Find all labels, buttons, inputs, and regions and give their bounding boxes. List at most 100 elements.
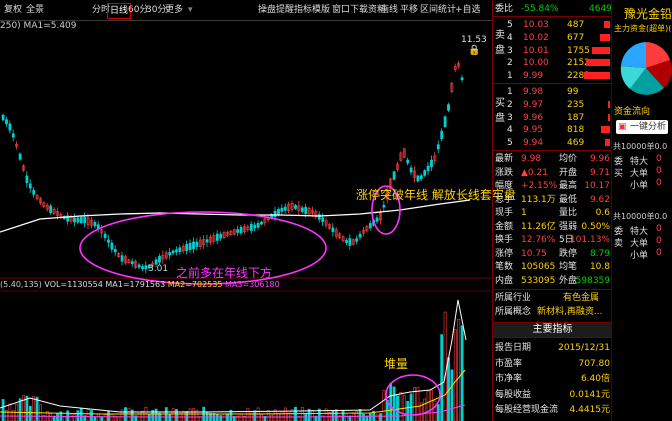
candle-body xyxy=(253,224,257,229)
chart-toolbar: 复权 全景 分时 日线 60分 30分 更多 ▾ 操盘提醒 指标模版 窗口 下载… xyxy=(0,0,492,21)
volume-bar xyxy=(280,410,284,421)
candle-body xyxy=(256,223,260,228)
quote-label: 换手 xyxy=(495,235,514,245)
order-level: 1 xyxy=(507,71,513,82)
order-volume: 99 xyxy=(567,87,579,97)
volume-bar xyxy=(406,401,410,421)
block-value: 0 xyxy=(656,224,662,234)
candle-body xyxy=(8,123,12,131)
bid-ratio-value: -55.84% xyxy=(521,4,559,14)
volume-bar xyxy=(188,408,192,421)
volume-bar xyxy=(283,407,287,421)
volume-bar xyxy=(86,409,90,421)
metric-row: 市净率 6.40倍 xyxy=(493,373,612,385)
app-icon: ▣ xyxy=(618,122,627,132)
quote-label: 内盘 xyxy=(495,275,514,286)
depth-bar xyxy=(608,113,610,121)
quote-label: 最低 xyxy=(559,194,578,205)
sell-order-row[interactable]: 5 10.03 487 xyxy=(493,19,612,31)
quote-label: 最高 xyxy=(559,181,578,191)
buy-order-row[interactable]: 2 9.97 235 xyxy=(493,99,612,111)
depth-bar xyxy=(608,100,610,108)
candle-body xyxy=(11,133,15,138)
quote-label: 开盘 xyxy=(559,167,578,178)
panorama-button[interactable]: 全景 xyxy=(24,3,46,17)
order-level: 4 xyxy=(507,125,513,136)
pan-button[interactable]: 平移 xyxy=(398,3,420,17)
kline-chart[interactable] xyxy=(0,20,492,421)
candle-body xyxy=(195,241,199,247)
candle-body xyxy=(32,190,36,195)
order-price: 10.00 xyxy=(523,58,549,69)
volume-bar xyxy=(69,414,73,421)
metric-value: 707.80 xyxy=(578,358,611,369)
order-volume: 1755 xyxy=(567,45,590,56)
volume-bar xyxy=(79,408,83,421)
vol-ma1-value: MA1=1791563 xyxy=(105,280,166,289)
block-size-label: 小单 xyxy=(630,251,649,261)
concept-row[interactable]: 所属概念 新材料,再融资... xyxy=(493,306,612,318)
trade-reminder-button[interactable]: 操盘提醒 xyxy=(256,3,296,17)
metric-label: 报告日期 xyxy=(495,343,532,353)
volume-bar xyxy=(416,387,420,421)
quote-label: 幅度 xyxy=(495,181,514,191)
sell-order-row[interactable]: 4 10.02 677 xyxy=(493,32,612,44)
candle-body xyxy=(447,104,450,111)
order-price: 10.03 xyxy=(523,20,549,30)
quote-label: 总手 xyxy=(495,194,514,205)
quote-value: 9.96 xyxy=(589,154,610,164)
order-level: 5 xyxy=(507,138,513,149)
chevron-down-icon[interactable]: ▾ xyxy=(186,3,195,17)
add-watchlist-button[interactable]: +自选 xyxy=(453,3,483,17)
concept-label: 所属概念 xyxy=(495,307,532,317)
candlestick-series xyxy=(1,60,464,274)
volume-bar xyxy=(35,396,39,421)
range-stats-button[interactable]: 区间统计 xyxy=(418,3,458,17)
block-header: 共10000单0.0 xyxy=(613,142,668,151)
volume-bar xyxy=(399,391,403,421)
depth-bar xyxy=(600,33,610,41)
volume-bar xyxy=(215,414,219,421)
quote-value: 0.50% xyxy=(581,221,610,232)
quote-value: 0.6 xyxy=(595,208,610,218)
industry-row[interactable]: 所属行业 有色金属 xyxy=(493,292,612,304)
metric-row: 每股经营现金流 4.4415元 xyxy=(493,404,612,416)
candle-body xyxy=(382,204,386,208)
quote-value: 533095 xyxy=(521,275,556,286)
volume-bar xyxy=(341,410,345,421)
quote-row: 幅度 +2.15% 最高 10.17 xyxy=(493,180,612,192)
buy-order-row[interactable]: 1 9.98 99 xyxy=(493,86,612,98)
buy-order-row[interactable]: 4 9.95 818 xyxy=(493,124,612,136)
indicator-template-button[interactable]: 指标模版 xyxy=(292,3,332,17)
fund-subtitle: 主力资金(超单)(手) xyxy=(614,24,672,33)
candle-body xyxy=(419,175,423,180)
quote-label: 涨跌 xyxy=(495,167,514,178)
lock-icon[interactable]: 🔒 xyxy=(468,45,480,56)
block-value: 0 xyxy=(656,178,662,188)
buy-order-row[interactable]: 5 9.94 469 xyxy=(493,137,612,149)
candle-body xyxy=(28,183,32,189)
stock-name: 豫光金铅 xyxy=(624,7,672,21)
candle-body xyxy=(345,240,348,243)
vol-ma2-value: MA2=702535 xyxy=(167,280,223,289)
volume-bar xyxy=(389,383,393,421)
restore-rights-button[interactable]: 复权 xyxy=(2,3,24,17)
volume-bar xyxy=(256,407,260,421)
buy-order-row[interactable]: 3 9.96 187 xyxy=(493,112,612,124)
volume-bar xyxy=(32,396,36,421)
concept-value: 新材料,再融资... xyxy=(537,307,603,317)
industry-value: 有色金属 xyxy=(563,293,600,303)
volume-bar xyxy=(141,410,144,421)
quote-value: 101.13% xyxy=(569,235,610,245)
volume-bar xyxy=(222,413,226,421)
one-click-analyze-button[interactable]: ▣ 一键分析 xyxy=(616,120,668,134)
depth-bar xyxy=(592,46,610,54)
candle-body xyxy=(205,239,209,243)
draw-line-button[interactable]: 画线 xyxy=(378,3,400,17)
candle-body xyxy=(175,249,178,253)
metric-row: 市盈率 707.80 xyxy=(493,358,612,370)
ma-indicator-text: 250) MA1=5.409 xyxy=(0,21,77,31)
candle-body xyxy=(436,144,440,150)
volume-bar xyxy=(49,413,53,421)
period-more[interactable]: 更多 xyxy=(163,3,185,17)
